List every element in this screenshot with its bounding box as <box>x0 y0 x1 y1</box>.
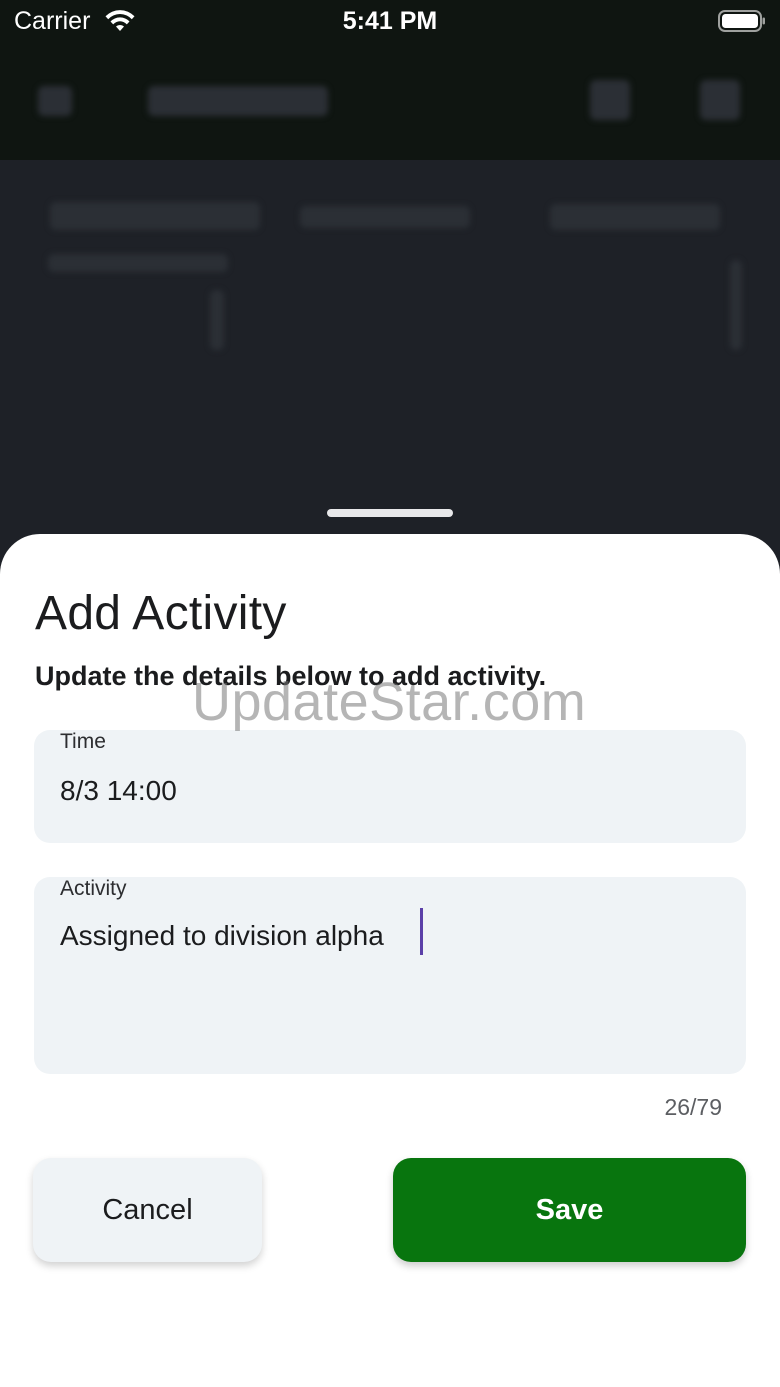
activity-field[interactable]: Activity <box>34 877 746 1074</box>
clock: 5:41 PM <box>342 7 438 35</box>
sheet-drag-handle[interactable] <box>327 509 453 517</box>
activity-field-label: Activity <box>60 877 127 900</box>
battery-icon <box>718 10 765 32</box>
screen: Carrier 5:41 PM Add Activity Update the … <box>0 0 780 1387</box>
activity-input[interactable] <box>60 915 720 957</box>
add-activity-sheet: Add Activity Update the details below to… <box>0 534 780 1387</box>
time-input[interactable] <box>60 772 720 810</box>
text-cursor <box>420 908 423 955</box>
background-content <box>0 160 780 380</box>
time-field-label: Time <box>60 730 106 753</box>
character-counter: 26/79 <box>664 1094 722 1120</box>
save-button[interactable]: Save <box>393 1158 746 1262</box>
status-bar: Carrier 5:41 PM <box>0 0 780 44</box>
sheet-subtitle: Update the details below to add activity… <box>35 661 547 691</box>
sheet-title: Add Activity <box>35 587 287 640</box>
cancel-button[interactable]: Cancel <box>33 1158 262 1262</box>
time-field[interactable]: Time <box>34 730 746 843</box>
